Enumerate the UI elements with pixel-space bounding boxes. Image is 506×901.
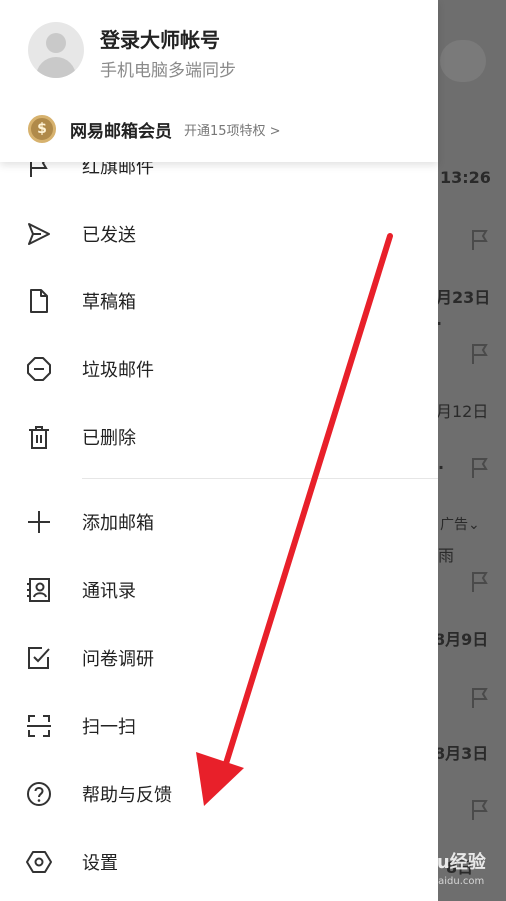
menu-item-label: 已发送 bbox=[82, 225, 136, 246]
mail-date: 月12日 bbox=[436, 402, 489, 421]
search-pill bbox=[440, 40, 486, 82]
menu-item-label: 问卷调研 bbox=[82, 649, 154, 670]
vip-banner[interactable]: $ 网易邮箱会员 开通15项特权 > bbox=[28, 114, 281, 144]
flag-icon bbox=[472, 344, 488, 364]
flag-icon bbox=[472, 458, 488, 478]
vip-label: 网易邮箱会员 bbox=[70, 121, 172, 142]
menu-item-spam[interactable]: 垃圾邮件 bbox=[0, 339, 438, 399]
mail-date: 8月3日 bbox=[434, 744, 489, 763]
menu-item-label: 设置 bbox=[82, 853, 118, 874]
mail-date: 月23日 bbox=[436, 288, 491, 307]
avatar[interactable] bbox=[28, 22, 84, 78]
navigation-drawer: 登录大师帐号 手机电脑多端同步 $ 网易邮箱会员 开通15项特权 > 红旗邮件 … bbox=[0, 0, 438, 901]
draft-icon bbox=[30, 289, 48, 313]
spam-icon bbox=[27, 357, 51, 381]
menu-item-label: 已删除 bbox=[82, 428, 136, 449]
menu-item-label: 帮助与反馈 bbox=[82, 785, 172, 806]
menu-item-survey[interactable]: 问卷调研 bbox=[0, 628, 438, 688]
scan-icon bbox=[27, 715, 51, 737]
menu-item-label: 扫一扫 bbox=[82, 717, 136, 738]
mail-fragment: 雨 bbox=[438, 546, 455, 565]
vip-privileges-link[interactable]: 开通15项特权 > bbox=[184, 120, 281, 139]
watermark: Baidu经验 jingyan.baidu.com bbox=[392, 852, 486, 887]
settings-icon bbox=[26, 851, 52, 873]
menu-item-label: 通讯录 bbox=[82, 581, 136, 602]
checkbox-icon bbox=[28, 647, 50, 669]
menu-item-deleted[interactable]: 已删除 bbox=[0, 407, 438, 467]
send-icon bbox=[28, 223, 50, 245]
ad-label: 广告⌄ bbox=[440, 517, 480, 533]
mail-time: 13:26 bbox=[440, 168, 491, 187]
menu-item-label: 垃圾邮件 bbox=[82, 360, 154, 381]
plus-icon bbox=[28, 511, 50, 533]
coin-icon: $ bbox=[28, 115, 56, 143]
menu-item-label: 添加邮箱 bbox=[82, 513, 154, 534]
menu-item-settings[interactable]: 设置 bbox=[0, 832, 438, 892]
menu-item-drafts[interactable]: 草稿箱 bbox=[0, 271, 438, 331]
menu-item-add-mailbox[interactable]: 添加邮箱 bbox=[0, 492, 438, 552]
flag-icon bbox=[472, 800, 488, 820]
contacts-icon bbox=[27, 578, 50, 602]
menu-divider bbox=[82, 478, 438, 479]
login-subtitle: 手机电脑多端同步 bbox=[100, 61, 236, 81]
login-title[interactable]: 登录大师帐号 bbox=[100, 24, 220, 53]
menu-item-sent[interactable]: 已发送 bbox=[0, 204, 438, 264]
flag-icon bbox=[472, 230, 488, 250]
trash-icon bbox=[29, 426, 49, 449]
menu-item-help-feedback[interactable]: 帮助与反馈 bbox=[0, 764, 438, 824]
menu-item-scan[interactable]: 扫一扫 bbox=[0, 696, 438, 756]
account-header[interactable]: 登录大师帐号 手机电脑多端同步 $ 网易邮箱会员 开通15项特权 > bbox=[0, 0, 438, 162]
menu-item-label: 草稿箱 bbox=[82, 292, 136, 313]
flag-icon bbox=[472, 688, 488, 708]
mail-date: 8月9日 bbox=[434, 630, 489, 649]
flag-icon bbox=[472, 572, 488, 592]
help-icon bbox=[27, 782, 51, 806]
menu-item-contacts[interactable]: 通讯录 bbox=[0, 560, 438, 620]
